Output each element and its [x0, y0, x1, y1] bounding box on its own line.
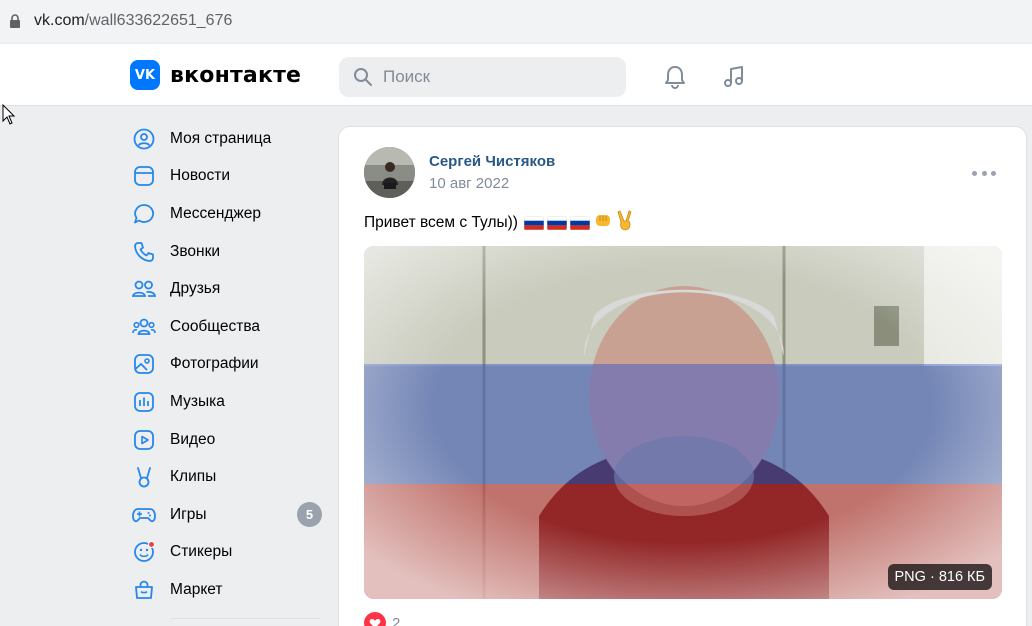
url-text[interactable]: vk.com/wall633622651_676: [34, 12, 232, 30]
vk-header: VK вконтакте: [0, 44, 1032, 106]
stickers-icon: [134, 541, 155, 563]
games-count-badge: 5: [297, 502, 322, 528]
lock-icon: [10, 14, 20, 28]
bell-icon[interactable]: [662, 64, 688, 90]
sidebar-item-my-page[interactable]: Моя страница: [122, 120, 332, 158]
more-options-icon[interactable]: [972, 161, 996, 185]
search-icon: [354, 68, 372, 86]
file-size: 816 КБ: [938, 569, 985, 585]
left-sidebar: Моя страница Новости Мессенджер Звонки Д…: [122, 120, 332, 619]
music-icon[interactable]: [721, 64, 747, 90]
search-box[interactable]: [339, 57, 626, 97]
vk-logo-text: вконтакте: [170, 62, 302, 88]
wall-post: Сергей Чистяков 10 авг 2022 Привет всем …: [338, 126, 1027, 626]
file-format: PNG: [894, 569, 926, 585]
browser-address-bar[interactable]: vk.com/wall633622651_676: [0, 0, 1032, 42]
likes-count: 2: [392, 614, 401, 626]
message-icon: [134, 204, 154, 224]
video-icon: [134, 429, 154, 450]
like-button[interactable]: 2: [364, 612, 400, 626]
sidebar-item-label: Клипы: [170, 468, 217, 486]
sidebar-item-calls[interactable]: Звонки: [122, 233, 332, 271]
sidebar-item-label: Игры: [170, 505, 207, 523]
sidebar-item-communities[interactable]: Сообщества: [122, 308, 332, 346]
russian-flag-icon: [546, 215, 567, 230]
url-path: /wall633622651_676: [84, 12, 233, 29]
games-icon: [132, 507, 156, 522]
victory-hand-icon: [616, 209, 634, 236]
post-text: Привет всем с Тулы)): [364, 209, 634, 236]
clips-icon: [137, 467, 151, 488]
sidebar-item-label: Друзья: [170, 280, 221, 298]
sidebar-item-friends[interactable]: Друзья: [122, 270, 332, 308]
sidebar-item-label: Новости: [170, 167, 231, 185]
url-host: vk.com: [34, 12, 85, 29]
russian-flag-icon: [569, 215, 590, 230]
sidebar-item-video[interactable]: Видео: [122, 421, 332, 459]
vk-logo[interactable]: VK вконтакте: [130, 60, 301, 90]
sidebar-item-messenger[interactable]: Мессенджер: [122, 195, 332, 233]
sidebar-item-clips[interactable]: Клипы: [122, 458, 332, 496]
user-circle-icon: [133, 128, 155, 150]
sidebar-item-news[interactable]: Новости: [122, 158, 332, 196]
fist-bump-icon: [593, 211, 613, 234]
heart-icon: [364, 612, 386, 626]
sidebar-item-label: Маркет: [170, 580, 223, 598]
sidebar-item-games[interactable]: Игры 5: [122, 496, 332, 534]
news-icon: [134, 166, 154, 187]
vk-logo-mark: VK: [130, 60, 160, 90]
file-info-badge: PNG · 816 КБ: [887, 564, 992, 590]
friends-icon: [132, 280, 156, 298]
sidebar-item-stickers[interactable]: Стикеры: [122, 534, 332, 572]
sidebar-divider: [170, 618, 320, 619]
sidebar-item-photos[interactable]: Фотографии: [122, 346, 332, 384]
russian-flag-icon: [523, 215, 544, 230]
sidebar-item-label: Музыка: [170, 392, 225, 410]
sidebar-item-market[interactable]: Маркет: [122, 571, 332, 609]
market-icon: [135, 580, 153, 599]
post-date[interactable]: 10 авг 2022: [429, 175, 509, 192]
post-photo[interactable]: PNG · 816 КБ: [364, 246, 1002, 599]
sidebar-item-label: Моя страница: [170, 129, 272, 147]
phone-icon: [134, 241, 154, 262]
search-input[interactable]: [383, 67, 603, 87]
post-photo-image: [364, 246, 1002, 599]
avatar-photo: [364, 147, 415, 198]
photo-icon: [134, 354, 154, 375]
sidebar-item-label: Видео: [170, 430, 216, 448]
post-author[interactable]: Сергей Чистяков: [429, 153, 555, 170]
sidebar-item-label: Звонки: [170, 242, 221, 260]
music-icon: [134, 392, 154, 412]
sidebar-item-music[interactable]: Музыка: [122, 383, 332, 421]
mouse-cursor-icon: [2, 104, 16, 125]
sidebar-item-label: Фотографии: [170, 355, 259, 373]
author-avatar[interactable]: [364, 147, 415, 198]
sidebar-item-label: Стикеры: [170, 543, 233, 561]
communities-icon: [132, 318, 156, 335]
post-text-content: Привет всем с Тулы)): [364, 213, 518, 231]
sidebar-item-label: Мессенджер: [170, 204, 262, 222]
sidebar-item-label: Сообщества: [170, 317, 261, 335]
